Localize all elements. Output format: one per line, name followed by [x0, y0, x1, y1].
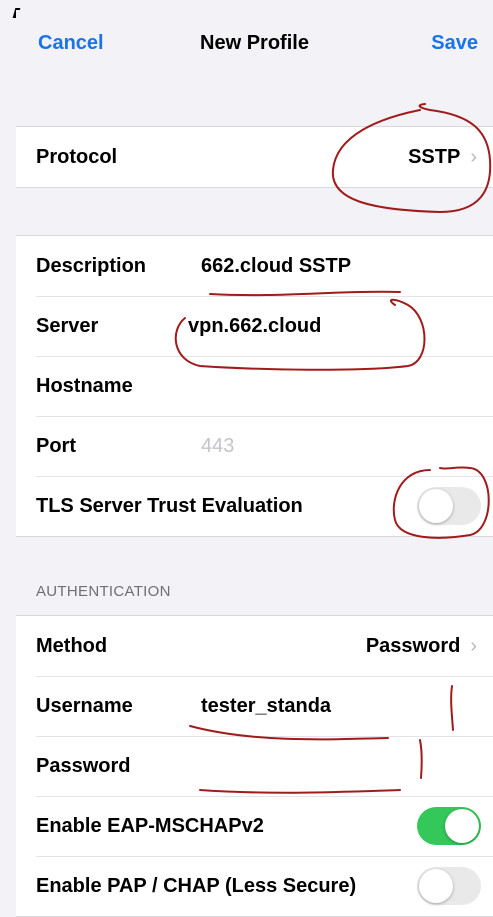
- tls-row: TLS Server Trust Evaluation: [16, 476, 493, 536]
- chevron-right-icon: ›: [470, 145, 477, 168]
- method-label: Method: [36, 634, 108, 657]
- password-label: Password: [36, 754, 131, 777]
- pap-label: Enable PAP / CHAP (Less Secure): [36, 874, 357, 897]
- protocol-group: Protocol SSTP ›: [16, 126, 493, 188]
- tls-label: TLS Server Trust Evaluation: [36, 494, 303, 517]
- description-field[interactable]: 662.cloud SSTP: [201, 255, 351, 278]
- password-row[interactable]: Password: [16, 736, 493, 796]
- eap-label: Enable EAP-MSCHAPv2: [36, 814, 264, 837]
- server-field[interactable]: vpn.662.cloud: [188, 315, 321, 338]
- page-title: New Profile: [200, 32, 309, 54]
- server-label: Server: [36, 314, 99, 337]
- protocol-value-container: SSTP ›: [408, 146, 477, 169]
- toggle-knob: [445, 809, 479, 843]
- protocol-label: Protocol: [36, 145, 118, 168]
- protocol-value: SSTP: [408, 145, 461, 168]
- navigation-bar: Cancel New Profile Save: [16, 10, 493, 82]
- eap-toggle[interactable]: [417, 807, 481, 845]
- username-field[interactable]: tester_standa: [201, 695, 331, 718]
- save-button[interactable]: Save: [431, 32, 478, 55]
- method-value: Password: [365, 634, 461, 657]
- port-label: Port: [36, 434, 76, 457]
- port-field[interactable]: 443: [201, 435, 234, 458]
- protocol-row[interactable]: Protocol SSTP ›: [16, 127, 493, 187]
- chevron-right-icon: ›: [470, 634, 477, 657]
- toggle-knob: [419, 869, 453, 903]
- hostname-label: Hostname: [36, 374, 133, 397]
- username-label: Username: [36, 694, 133, 717]
- username-row[interactable]: Username tester_standa: [16, 676, 493, 736]
- hostname-row[interactable]: Hostname: [16, 356, 493, 416]
- pap-row: Enable PAP / CHAP (Less Secure): [16, 856, 493, 916]
- authentication-section-header: AUTHENTICATION: [36, 583, 171, 600]
- description-row[interactable]: Description 662.cloud SSTP: [16, 236, 493, 296]
- server-row[interactable]: Server vpn.662.cloud: [16, 296, 493, 356]
- connection-group: Description 662.cloud SSTP Server vpn.66…: [16, 235, 493, 537]
- port-row[interactable]: Port 443: [16, 416, 493, 476]
- authentication-group: Method Password › Username tester_standa…: [16, 615, 493, 917]
- method-row[interactable]: Method Password ›: [16, 616, 493, 676]
- tls-toggle[interactable]: [417, 487, 481, 525]
- description-label: Description: [36, 254, 147, 277]
- method-value-container: Password ›: [366, 635, 477, 658]
- toggle-knob: [419, 489, 453, 523]
- eap-row: Enable EAP-MSCHAPv2: [16, 796, 493, 856]
- pap-toggle[interactable]: [417, 867, 481, 905]
